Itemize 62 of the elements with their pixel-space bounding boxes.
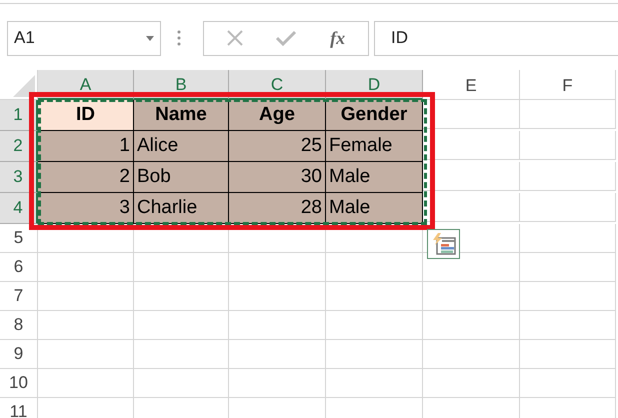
empty-cell[interactable] [229, 253, 326, 282]
empty-cell[interactable] [423, 282, 520, 311]
clipboard-icon [432, 233, 456, 255]
table-cell: 30 [229, 162, 326, 193]
empty-cell[interactable] [520, 193, 616, 222]
select-all-icon[interactable] [13, 75, 35, 97]
empty-cell[interactable] [134, 340, 229, 369]
cancel-icon[interactable] [226, 30, 243, 46]
empty-cell[interactable] [326, 253, 423, 282]
empty-cell[interactable] [134, 282, 229, 311]
row-header[interactable]: 5 [0, 224, 38, 253]
column-header[interactable]: F [520, 70, 616, 100]
empty-cell[interactable] [520, 311, 616, 340]
table-cell: 1 [38, 131, 134, 162]
empty-cell[interactable] [423, 311, 520, 340]
empty-cell[interactable] [134, 311, 229, 340]
table-cell: Charlie [134, 193, 229, 224]
empty-cell[interactable] [520, 162, 616, 191]
row-header[interactable]: 9 [0, 340, 38, 369]
grip-icon [177, 30, 181, 46]
table-cell: 28 [229, 193, 326, 224]
paste-options-popup[interactable] [427, 229, 460, 259]
empty-cell[interactable] [520, 100, 616, 129]
table-cell: Gender [326, 100, 423, 131]
empty-cell[interactable] [229, 369, 326, 398]
table-cell: 25 [229, 131, 326, 162]
empty-cell[interactable] [326, 369, 423, 398]
table-cell: Age [229, 100, 326, 131]
checkmark-icon[interactable] [276, 30, 296, 46]
empty-cell[interactable] [326, 311, 423, 340]
table-cell: 3 [38, 193, 134, 224]
name-box[interactable]: A1 [7, 20, 161, 56]
empty-cell[interactable] [520, 369, 616, 398]
formula-input[interactable]: ID [374, 20, 618, 56]
table-cell: ID [38, 100, 134, 131]
dropdown-caret-icon [146, 36, 154, 40]
empty-cell[interactable] [229, 340, 326, 369]
empty-cell[interactable] [326, 340, 423, 369]
row-header[interactable]: 6 [0, 253, 38, 282]
empty-cell[interactable] [229, 311, 326, 340]
empty-cell[interactable] [520, 282, 616, 311]
insert-function-button[interactable]: fx [330, 24, 346, 52]
row-header[interactable]: 8 [0, 311, 38, 340]
empty-cell[interactable] [520, 131, 616, 160]
table-cell: Male [326, 193, 423, 224]
table-cell: Female [326, 131, 423, 162]
empty-cell[interactable] [520, 253, 616, 282]
table-cell: Male [326, 162, 423, 193]
empty-cell[interactable] [134, 253, 229, 282]
empty-cell[interactable] [423, 369, 520, 398]
empty-cell[interactable] [423, 340, 520, 369]
table-cell: 2 [38, 162, 134, 193]
table-cell: Bob [134, 162, 229, 193]
empty-cell[interactable] [520, 340, 616, 369]
row-header[interactable]: 10 [0, 369, 38, 398]
table-cell: Name [134, 100, 229, 131]
empty-cell[interactable] [520, 224, 616, 253]
empty-cell[interactable] [134, 369, 229, 398]
empty-cell[interactable] [326, 282, 423, 311]
empty-cell[interactable] [229, 282, 326, 311]
row-header[interactable]: 7 [0, 282, 38, 311]
table-cell: Alice [134, 131, 229, 162]
